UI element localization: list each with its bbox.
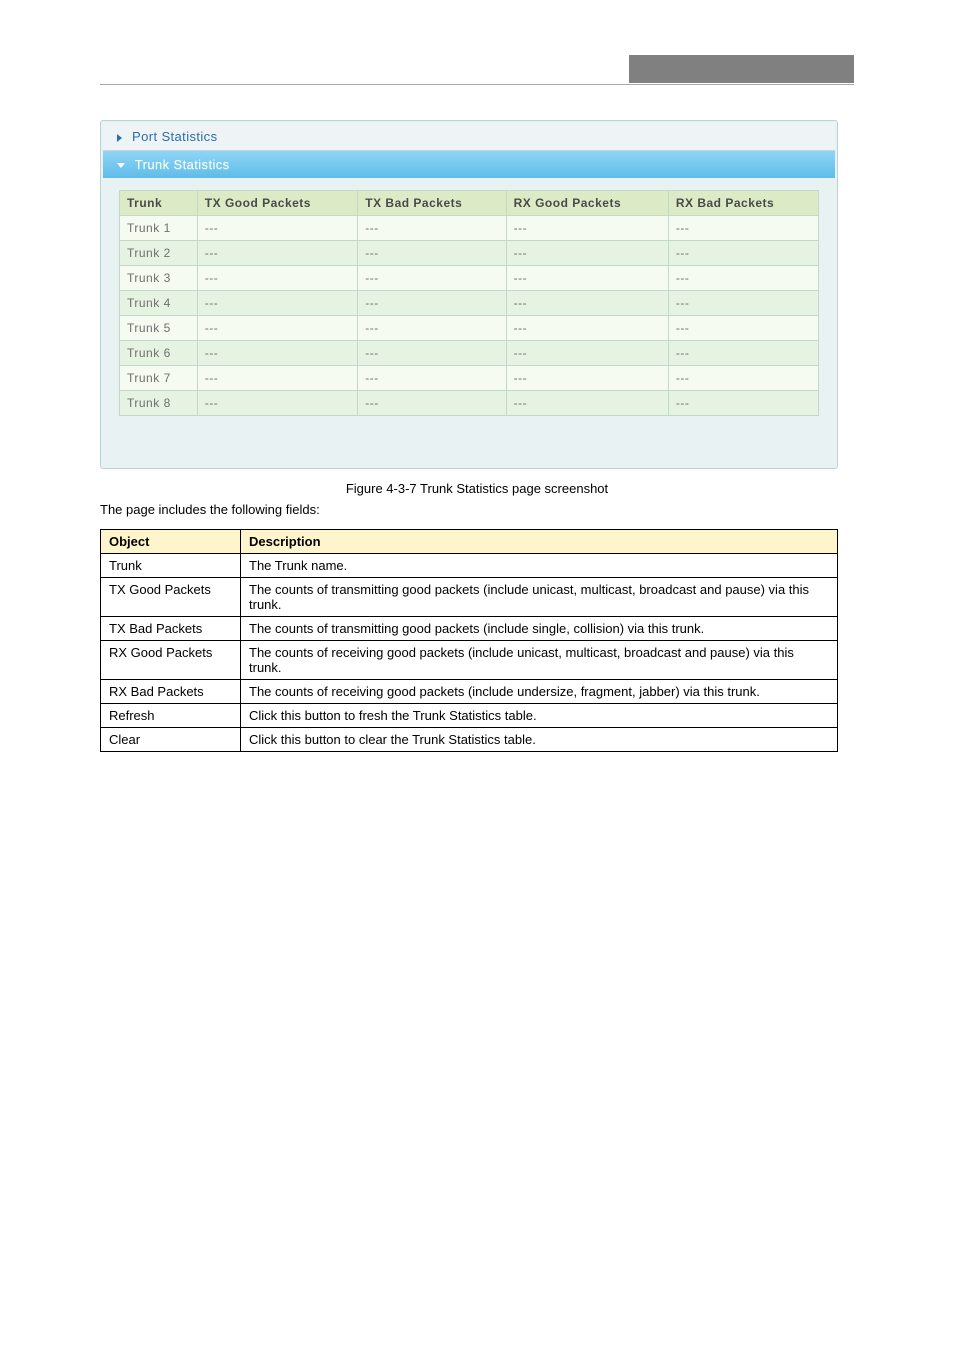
- table-cell: Trunk 3: [120, 266, 198, 291]
- screenshot-panel: Port Statistics Trunk Statistics Trunk T…: [100, 120, 838, 469]
- object-cell: TX Bad Packets: [101, 617, 241, 641]
- table-cell: Trunk 6: [120, 341, 198, 366]
- table-cell: ---: [197, 291, 357, 316]
- table-row: RX Bad PacketsThe counts of receiving go…: [101, 680, 838, 704]
- table-cell: ---: [668, 241, 818, 266]
- col-rx-good: RX Good Packets: [506, 191, 668, 216]
- table-cell: ---: [197, 341, 357, 366]
- table-cell: ---: [358, 341, 506, 366]
- description-cell: The counts of receiving good packets (in…: [241, 641, 838, 680]
- object-cell: Trunk: [101, 554, 241, 578]
- content-area: Port Statistics Trunk Statistics Trunk T…: [0, 85, 954, 752]
- table-cell: ---: [668, 216, 818, 241]
- table-row: Trunk 1------------: [120, 216, 819, 241]
- table-cell: ---: [668, 366, 818, 391]
- table-cell: Trunk 2: [120, 241, 198, 266]
- description-cell: The counts of transmitting good packets …: [241, 578, 838, 617]
- table-row: Trunk 3------------: [120, 266, 819, 291]
- table-cell: Trunk 8: [120, 391, 198, 416]
- table-cell: ---: [197, 241, 357, 266]
- table-cell: ---: [358, 291, 506, 316]
- description-cell: Click this button to fresh the Trunk Sta…: [241, 704, 838, 728]
- port-statistics-section-header[interactable]: Port Statistics: [103, 123, 835, 151]
- table-row: TX Good PacketsThe counts of transmittin…: [101, 578, 838, 617]
- col-trunk: Trunk: [120, 191, 198, 216]
- table-row: Trunk 4------------: [120, 291, 819, 316]
- header-right-block: [629, 55, 854, 83]
- table-cell: Trunk 4: [120, 291, 198, 316]
- table-cell: ---: [358, 241, 506, 266]
- col-description: Description: [241, 530, 838, 554]
- table-cell: Trunk 5: [120, 316, 198, 341]
- table-cell: ---: [197, 391, 357, 416]
- table-cell: ---: [197, 366, 357, 391]
- table-cell: ---: [506, 341, 668, 366]
- col-tx-bad: TX Bad Packets: [358, 191, 506, 216]
- table-cell: Trunk 7: [120, 366, 198, 391]
- trunk-statistics-section-header[interactable]: Trunk Statistics: [103, 151, 835, 178]
- object-cell: Refresh: [101, 704, 241, 728]
- page-header: [100, 0, 854, 85]
- table-cell: ---: [668, 341, 818, 366]
- object-cell: Clear: [101, 728, 241, 752]
- table-cell: ---: [358, 266, 506, 291]
- trunk-statistics-table: Trunk TX Good Packets TX Bad Packets RX …: [119, 190, 819, 416]
- table-cell: ---: [506, 391, 668, 416]
- col-tx-good: TX Good Packets: [197, 191, 357, 216]
- description-cell: The counts of transmitting good packets …: [241, 617, 838, 641]
- table-cell: ---: [506, 241, 668, 266]
- table-header-row: Object Description: [101, 530, 838, 554]
- table-cell: ---: [668, 391, 818, 416]
- table-row: Trunk 5------------: [120, 316, 819, 341]
- table-row: ClearClick this button to clear the Trun…: [101, 728, 838, 752]
- table-cell: ---: [358, 216, 506, 241]
- table-cell: ---: [506, 316, 668, 341]
- table-cell: ---: [358, 366, 506, 391]
- table-cell: ---: [358, 316, 506, 341]
- table-row: Trunk 7------------: [120, 366, 819, 391]
- trunk-section-title: Trunk Statistics: [135, 157, 230, 172]
- description-table: Object Description TrunkThe Trunk name.T…: [100, 529, 838, 752]
- table-row: RefreshClick this button to fresh the Tr…: [101, 704, 838, 728]
- port-section-title: Port Statistics: [132, 129, 217, 144]
- table-cell: ---: [506, 266, 668, 291]
- table-row: Trunk 6------------: [120, 341, 819, 366]
- table-cell: ---: [506, 366, 668, 391]
- trunk-table-body: Trunk 1------------Trunk 2------------Tr…: [120, 216, 819, 416]
- table-row: TX Bad PacketsThe counts of transmitting…: [101, 617, 838, 641]
- table-cell: ---: [197, 316, 357, 341]
- table-header-row: Trunk TX Good Packets TX Bad Packets RX …: [120, 191, 819, 216]
- object-cell: RX Good Packets: [101, 641, 241, 680]
- description-cell: Click this button to clear the Trunk Sta…: [241, 728, 838, 752]
- chevron-right-icon: [117, 134, 122, 142]
- col-object: Object: [101, 530, 241, 554]
- table-row: Trunk 2------------: [120, 241, 819, 266]
- object-cell: RX Bad Packets: [101, 680, 241, 704]
- chevron-down-icon: [117, 163, 125, 168]
- col-rx-bad: RX Bad Packets: [668, 191, 818, 216]
- table-cell: ---: [197, 266, 357, 291]
- table-cell: ---: [358, 391, 506, 416]
- table-cell: ---: [668, 316, 818, 341]
- table-cell: ---: [197, 216, 357, 241]
- trunk-statistics-body: Trunk TX Good Packets TX Bad Packets RX …: [103, 178, 835, 466]
- description-cell: The counts of receiving good packets (in…: [241, 680, 838, 704]
- table-cell: Trunk 1: [120, 216, 198, 241]
- table-cell: ---: [506, 291, 668, 316]
- desc-table-body: TrunkThe Trunk name.TX Good PacketsThe c…: [101, 554, 838, 752]
- table-row: Trunk 8------------: [120, 391, 819, 416]
- table-cell: ---: [506, 216, 668, 241]
- table-row: RX Good PacketsThe counts of receiving g…: [101, 641, 838, 680]
- description-cell: The Trunk name.: [241, 554, 838, 578]
- object-cell: TX Good Packets: [101, 578, 241, 617]
- table-cell: ---: [668, 266, 818, 291]
- intro-text: The page includes the following fields:: [100, 502, 854, 517]
- table-row: TrunkThe Trunk name.: [101, 554, 838, 578]
- figure-caption: Figure 4-3-7 Trunk Statistics page scree…: [100, 481, 854, 496]
- table-cell: ---: [668, 291, 818, 316]
